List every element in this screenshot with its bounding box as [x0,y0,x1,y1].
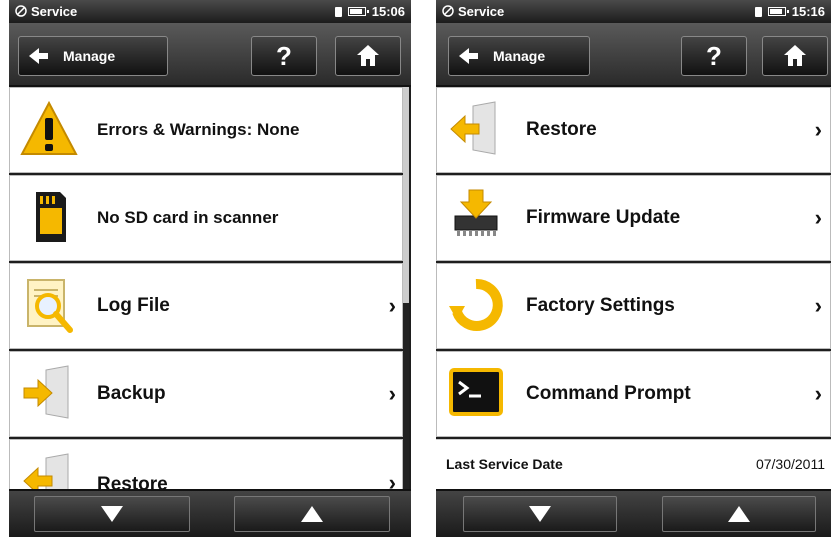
home-icon [357,45,379,67]
chevron-right-icon: › [814,293,822,318]
log-file-label: Log File [97,295,170,316]
bottom-nav-bar [9,489,411,537]
status-time: 15:16 [791,4,825,19]
home-button[interactable] [335,36,401,76]
back-manage-button[interactable]: Manage [448,36,590,76]
chevron-right-icon: › [388,381,396,406]
help-button[interactable]: ? [251,36,317,76]
sd-status-icon [334,6,342,17]
status-bar: Service 15:06 [9,0,411,23]
scroll-down-button[interactable] [463,496,617,532]
warning-icon [20,100,78,155]
firmware-icon [454,189,498,236]
list-item-restore[interactable]: Restore › [436,87,831,173]
back-manage-button[interactable]: Manage [18,36,168,76]
command-prompt-label: Command Prompt [526,383,691,404]
help-icon: ? [706,40,722,71]
status-app-name: Service [458,4,505,19]
scroll-up-button[interactable] [234,496,390,532]
restore-label: Restore [526,119,597,140]
list-item-sd-card: No SD card in scanner [9,175,403,261]
status-bar: Service 15:16 [436,0,831,23]
list-item-command-prompt[interactable]: Command Prompt › [436,351,831,437]
backup-icon [23,365,69,419]
status-app-name: Service [31,4,78,19]
scroll-up-button[interactable] [662,496,816,532]
menu-list: Restore › Firmware Update › Factory Sett… [436,87,831,492]
home-icon [784,45,806,67]
arrow-down-icon [101,506,123,522]
sd-card-label: No SD card in scanner [97,208,279,227]
sd-card-icon [36,192,66,242]
status-time: 15:06 [371,4,405,19]
help-button[interactable]: ? [681,36,747,76]
arrow-down-icon [529,506,551,522]
back-button-label: Manage [63,48,116,64]
home-button[interactable] [762,36,828,76]
log-file-icon [27,279,73,333]
factory-reset-icon [449,278,503,331]
list-item-factory-settings[interactable]: Factory Settings › [436,263,831,349]
chevron-right-icon: › [814,205,822,230]
left-screen: Service 15:06 Manage ? Errors & Warnings… [9,0,411,537]
battery-icon [767,7,789,16]
list-item-log-file[interactable]: Log File › [9,263,403,349]
bottom-nav-bar [436,489,831,537]
service-app-icon [15,5,27,17]
arrow-up-icon [301,506,323,522]
scrollbar[interactable] [403,87,409,491]
toolbar: Manage ? [436,23,831,87]
battery-icon [347,7,369,16]
list-item-firmware-update[interactable]: Firmware Update › [436,175,831,261]
chevron-right-icon: › [814,381,822,406]
firmware-update-label: Firmware Update [526,207,681,228]
last-service-date-value: 07/30/2011 [755,456,825,472]
service-app-icon [442,5,454,17]
back-button-label: Manage [493,48,546,64]
back-arrow-icon [459,48,478,64]
toolbar: Manage ? [9,23,411,87]
help-icon: ? [276,40,292,71]
scroll-down-button[interactable] [34,496,190,532]
last-service-date-row: Last Service Date 07/30/2011 [436,439,831,492]
arrow-up-icon [728,506,750,522]
restore-icon [450,101,496,155]
chevron-right-icon: › [388,293,396,318]
errors-label: Errors & Warnings: None [97,120,300,139]
list-item-backup[interactable]: Backup › [9,351,403,437]
last-service-date-label: Last Service Date [446,456,563,472]
sd-status-icon [754,6,762,17]
scrollbar-thumb[interactable] [403,303,409,491]
back-arrow-icon [29,48,48,64]
factory-settings-label: Factory Settings [526,295,675,316]
menu-list: Errors & Warnings: None No SD card in sc… [9,87,411,525]
backup-label: Backup [97,383,166,404]
command-prompt-icon [449,368,503,416]
list-item-errors: Errors & Warnings: None [9,87,403,173]
chevron-right-icon: › [814,117,822,142]
right-screen: Service 15:16 Manage ? Restore › Firmwar… [436,0,831,537]
